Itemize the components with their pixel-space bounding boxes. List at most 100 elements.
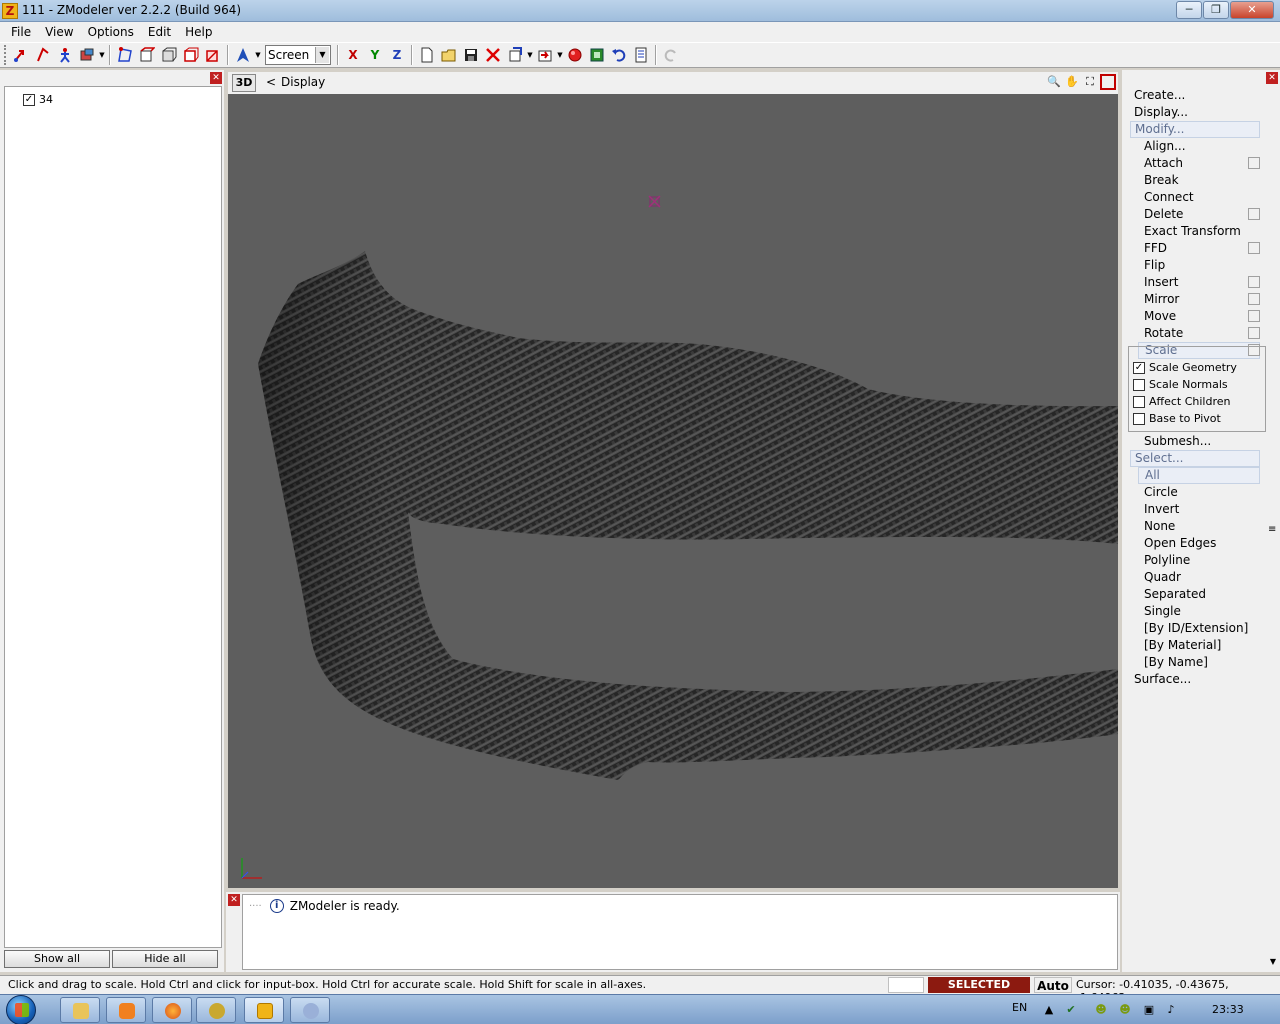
export-icon[interactable] [535, 45, 555, 65]
modify-insert[interactable]: Insert [1144, 274, 1178, 291]
selected-mode-badge[interactable]: SELECTED MODE [928, 977, 1030, 1007]
axis-z-toggle[interactable]: Z [387, 45, 407, 65]
modify-delete[interactable]: Delete [1144, 206, 1183, 223]
render-icon[interactable] [565, 45, 585, 65]
mirror-options-box[interactable] [1248, 293, 1260, 305]
taskbar-firefox[interactable] [152, 997, 192, 1023]
select-menu[interactable]: Select... [1130, 450, 1260, 467]
attach-options-box[interactable] [1248, 157, 1260, 169]
viewport-nav-arrow[interactable]: < [266, 75, 276, 89]
export-dropdown-arrow[interactable]: ▼ [556, 51, 564, 59]
zmodeler-app-icon[interactable]: Z [2, 3, 18, 19]
status-input-box[interactable] [888, 977, 924, 993]
material-editor-icon[interactable] [587, 45, 607, 65]
object-mode-icon[interactable] [181, 45, 201, 65]
axis-y-toggle[interactable]: Y [365, 45, 385, 65]
auto-toggle[interactable]: Auto [1034, 977, 1072, 993]
select-by-name[interactable]: [By Name] [1144, 654, 1208, 671]
chevron-down-icon[interactable]: ▼ [315, 47, 329, 63]
menu-view[interactable]: View [38, 25, 80, 39]
modify-connect[interactable]: Connect [1144, 189, 1194, 206]
zoom-icon[interactable]: 🔍 [1046, 74, 1062, 90]
modify-align[interactable]: Align... [1144, 138, 1186, 155]
select-invert[interactable]: Invert [1144, 501, 1179, 518]
select-object-tool-icon[interactable] [77, 45, 97, 65]
coordinate-space-select[interactable]: Screen ▼ [265, 45, 331, 65]
base-to-pivot-checkbox[interactable] [1133, 412, 1145, 425]
close-icon[interactable]: ✕ [228, 894, 240, 906]
taskbar-media-player[interactable] [106, 997, 146, 1023]
viewport-label[interactable]: Display [281, 75, 325, 89]
display-menu[interactable]: Display... [1134, 104, 1188, 121]
hide-all-button[interactable]: Hide all [112, 950, 218, 968]
tray-agent-icon-2[interactable]: ☻ [1118, 1003, 1132, 1017]
taskbar-app[interactable] [196, 997, 236, 1023]
face-mode-icon[interactable] [159, 45, 179, 65]
modify-move[interactable]: Move [1144, 308, 1176, 325]
tool-dropdown-arrow[interactable]: ▼ [98, 51, 106, 59]
maximize-viewport-icon[interactable] [1100, 74, 1116, 90]
tray-agent-icon[interactable]: ☻ [1094, 1003, 1108, 1017]
modify-rotate[interactable]: Rotate [1144, 325, 1183, 342]
select-polyline[interactable]: Polyline [1144, 552, 1190, 569]
modify-menu[interactable]: Modify... [1130, 121, 1260, 138]
vertex-mode-icon[interactable] [115, 45, 135, 65]
close-icon[interactable]: ✕ [210, 72, 222, 84]
toolbar-grip[interactable] [4, 45, 7, 65]
network-icon[interactable]: ▣ [1142, 1003, 1156, 1017]
pivot-tool-icon[interactable] [233, 45, 253, 65]
scale-geometry-checkbox[interactable]: ✓ [1133, 361, 1145, 374]
language-indicator[interactable]: EN [1012, 1001, 1027, 1014]
taskbar-paint[interactable] [290, 997, 330, 1023]
pivot-dropdown-arrow[interactable]: ▼ [254, 51, 262, 59]
select-separated[interactable]: Separated [1144, 586, 1206, 603]
group-mode-icon[interactable] [203, 45, 223, 65]
ffd-options-box[interactable] [1248, 242, 1260, 254]
taskbar-clock[interactable]: 23:33 [1212, 1003, 1244, 1016]
properties-icon[interactable] [631, 45, 651, 65]
tree-node[interactable]: ✓ 34 [23, 93, 53, 106]
menu-file[interactable]: File [4, 25, 38, 39]
scale-geometry-option[interactable]: ✓ Scale Geometry [1133, 361, 1237, 374]
modify-attach[interactable]: Attach [1144, 155, 1183, 172]
new-file-icon[interactable] [417, 45, 437, 65]
axis-x-toggle[interactable]: X [343, 45, 363, 65]
base-to-pivot-option[interactable]: Base to Pivot [1133, 412, 1221, 425]
delete-options-box[interactable] [1248, 208, 1260, 220]
viewport-mode-button[interactable]: 3D [232, 74, 256, 92]
show-all-button[interactable]: Show all [4, 950, 110, 968]
move-options-box[interactable] [1248, 310, 1260, 322]
start-button[interactable] [6, 995, 36, 1024]
create-menu[interactable]: Create... [1134, 87, 1185, 104]
menu-options[interactable]: Options [81, 25, 141, 39]
open-file-icon[interactable] [439, 45, 459, 65]
pan-hand-icon[interactable]: ✋ [1064, 74, 1080, 90]
edge-mode-icon[interactable] [137, 45, 157, 65]
delete-icon[interactable] [483, 45, 503, 65]
close-icon[interactable]: ✕ [1266, 72, 1278, 84]
select-single[interactable]: Single [1144, 603, 1181, 620]
affect-children-checkbox[interactable] [1133, 395, 1145, 408]
undo-icon[interactable] [609, 45, 629, 65]
close-button[interactable]: ✕ [1230, 1, 1274, 19]
select-edge-tool-icon[interactable] [33, 45, 53, 65]
surface-menu[interactable]: Surface... [1134, 671, 1191, 688]
import-dropdown-arrow[interactable]: ▼ [526, 51, 534, 59]
taskbar-zmodeler[interactable] [244, 997, 284, 1023]
scroll-grip-icon[interactable]: ≡ [1268, 524, 1278, 535]
rotate-options-box[interactable] [1248, 327, 1260, 339]
scale-normals-checkbox[interactable] [1133, 378, 1145, 391]
import-icon[interactable] [505, 45, 525, 65]
insert-options-box[interactable] [1248, 276, 1260, 288]
modify-break[interactable]: Break [1144, 172, 1179, 189]
select-circle[interactable]: Circle [1144, 484, 1178, 501]
visibility-checkbox[interactable]: ✓ [23, 93, 35, 106]
select-vertex-tool-icon[interactable] [11, 45, 31, 65]
select-by-id-extension[interactable]: [By ID/Extension] [1144, 620, 1248, 637]
menu-help[interactable]: Help [178, 25, 219, 39]
3d-viewport[interactable] [228, 94, 1118, 888]
volume-icon[interactable]: ♪ [1164, 1003, 1178, 1017]
modify-exact-transform[interactable]: Exact Transform [1144, 223, 1241, 240]
tray-expand-icon[interactable]: ▲ [1042, 1003, 1056, 1017]
select-by-material[interactable]: [By Material] [1144, 637, 1221, 654]
